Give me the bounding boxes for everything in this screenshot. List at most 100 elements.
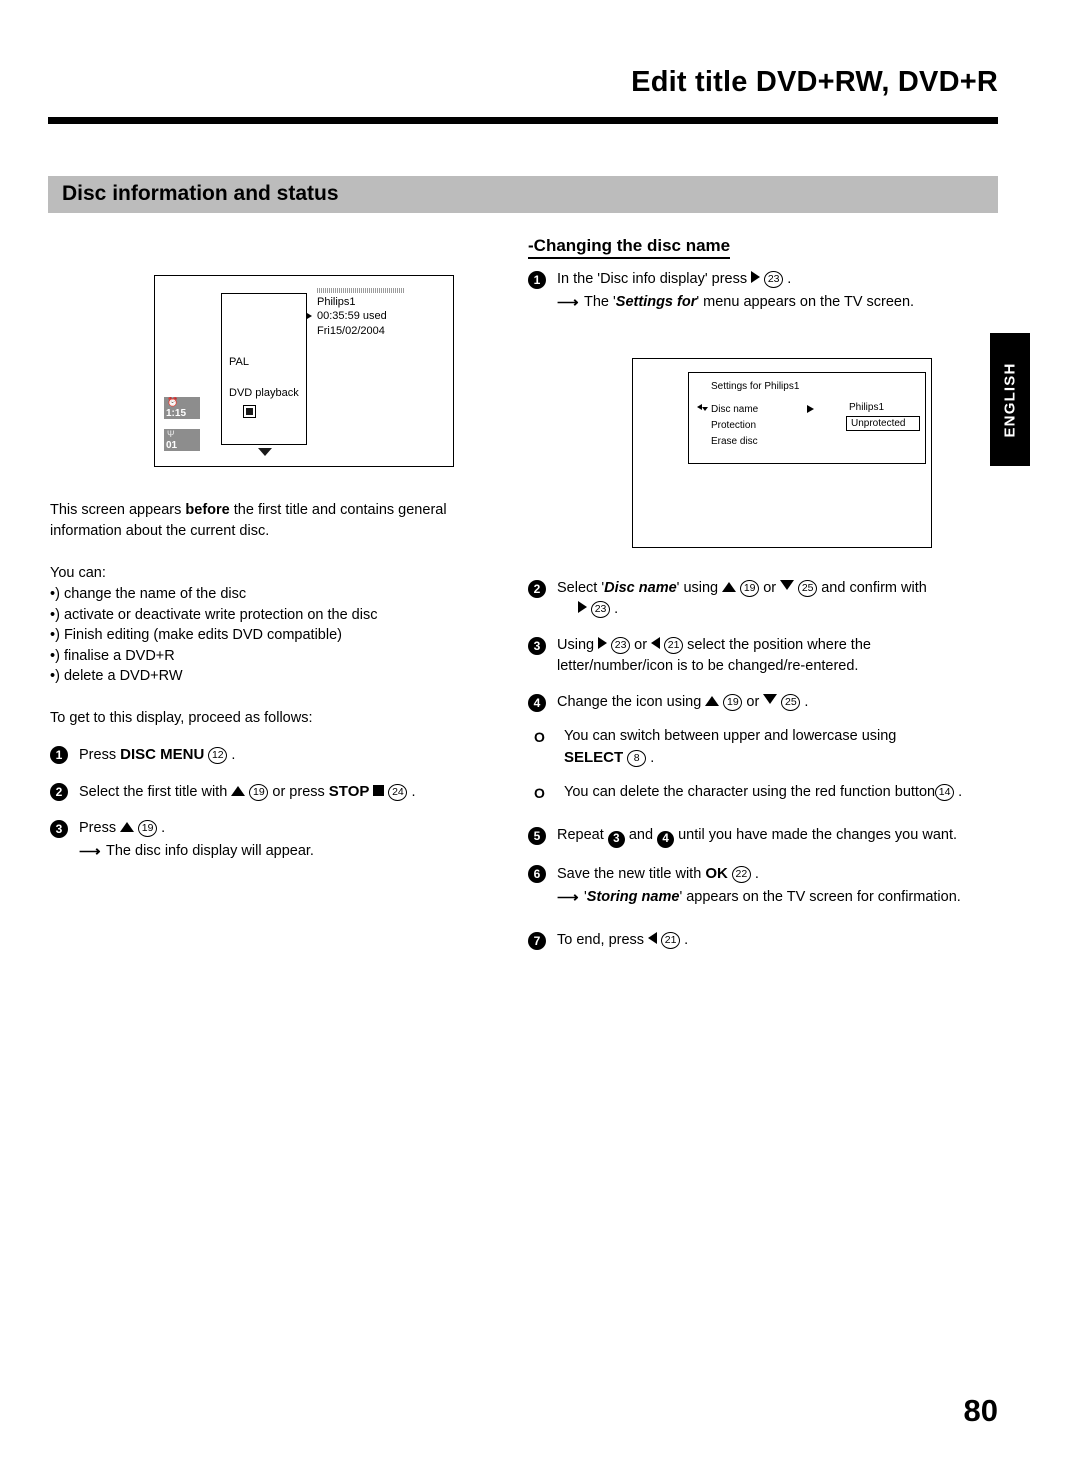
settings-screen-diagram: Settings for Philips1 Disc name Protecti… bbox=[632, 358, 932, 548]
note-item-2: O You can delete the character using the… bbox=[528, 782, 998, 803]
step-text-pre: Select ' bbox=[557, 580, 605, 596]
menu-value-protection[interactable]: Unprotected bbox=[846, 416, 921, 431]
disc-date-text: Fri15/02/2004 bbox=[317, 324, 385, 337]
right-column-steps: 2 Select 'Disc name' using 19 or 25 and … bbox=[528, 578, 998, 951]
arrow-up-icon bbox=[120, 821, 135, 832]
intro-line-2: information about the current disc. bbox=[50, 523, 270, 539]
ref-number: 19 bbox=[740, 580, 760, 597]
left-step-2: 2 Select the first title with 19 or pres… bbox=[50, 781, 490, 803]
capability-item: •) Finish editing (make edits DVD compat… bbox=[50, 627, 342, 643]
step-result: ⟶ The 'Settings for' menu appears on the… bbox=[557, 292, 998, 313]
channel-badge: Ψ 01 bbox=[164, 429, 200, 451]
step-text-pre: Save the new title with bbox=[557, 866, 702, 882]
step-text-post: . bbox=[804, 694, 809, 710]
arrow-down-icon bbox=[763, 694, 778, 704]
capability-item: •) activate or deactivate write protecti… bbox=[50, 606, 378, 623]
result-text-post: ' menu appears on the TV screen. bbox=[696, 294, 915, 310]
step-number: 2 bbox=[50, 782, 68, 801]
timer-badge-value: 1:15 bbox=[166, 408, 187, 419]
result-text: The disc info display will appear. bbox=[106, 842, 314, 859]
step-text-pre: To end, press bbox=[557, 932, 645, 948]
left-step-3: 3 Press 19 . ⟶ The disc info display wil… bbox=[50, 818, 490, 862]
step-2-continuation: 23 . bbox=[557, 599, 998, 620]
right-step-6: 6 Save the new title with OK 22 . ⟶ 'Sto… bbox=[528, 863, 998, 908]
timer-badge: ⏰ 1:15 bbox=[164, 397, 200, 419]
step-text-post: . bbox=[684, 932, 689, 948]
step-number: 5 bbox=[528, 827, 546, 845]
step-number: 3 bbox=[50, 819, 68, 838]
step-text-pre: Select the first title with bbox=[79, 783, 228, 800]
menu-item-erase-disc[interactable]: Erase disc bbox=[711, 434, 758, 450]
disc-time-used-text: 00:35:59 used bbox=[307, 309, 405, 323]
result-arrow-icon: ⟶ bbox=[557, 294, 579, 311]
arrow-up-icon bbox=[231, 785, 246, 796]
right-step-2: 2 Select 'Disc name' using 19 or 25 and … bbox=[528, 578, 998, 620]
step-text-mid: or press bbox=[272, 783, 325, 800]
howto-label: To get to this display, proceed as follo… bbox=[50, 709, 313, 726]
step-number: 7 bbox=[528, 932, 546, 950]
arrow-right-icon bbox=[751, 271, 761, 283]
page-title: Edit title DVD+RW, DVD+R bbox=[631, 66, 998, 98]
ref-number: 25 bbox=[781, 694, 801, 711]
note-text: You can switch between upper and lowerca… bbox=[564, 728, 897, 744]
arrow-right-icon bbox=[598, 637, 608, 649]
inline-step-ref-4: 4 bbox=[657, 831, 675, 848]
intro-bold-word: before bbox=[185, 502, 230, 518]
step-text-pre: Using bbox=[557, 637, 595, 653]
capability-text: Finish editing (make edits DVD compatibl… bbox=[63, 627, 342, 643]
result-arrow-icon: ⟶ bbox=[79, 842, 101, 860]
step-text-post: until you have made the changes you want… bbox=[678, 827, 957, 843]
ref-number: 22 bbox=[731, 866, 751, 883]
language-side-tab: ENGLISH bbox=[990, 333, 1030, 466]
arrow-left-icon bbox=[651, 637, 661, 649]
section-heading-band: Disc information and status bbox=[48, 176, 998, 213]
result-emphasis: Storing name bbox=[586, 889, 680, 905]
menu-right-arrow-icon bbox=[807, 405, 814, 413]
capability-item: •) delete a DVD+RW bbox=[50, 668, 183, 684]
capability-item: •) change the name of the disc bbox=[50, 586, 247, 602]
result-arrow-icon: ⟶ bbox=[557, 889, 579, 906]
ref-number: 21 bbox=[664, 637, 684, 654]
antenna-icon: Ψ bbox=[167, 429, 175, 439]
step-text-pre: Change the icon using bbox=[557, 694, 702, 710]
menu-item-disc-name[interactable]: Disc name bbox=[711, 402, 758, 418]
key-disc-menu: DISC MENU bbox=[120, 745, 205, 763]
language-label: ENGLISH bbox=[1001, 361, 1019, 438]
step-text-post: . bbox=[231, 746, 236, 763]
menu-item-protection[interactable]: Protection bbox=[711, 418, 758, 434]
key-ok: OK bbox=[705, 865, 728, 882]
disc-info-screen-diagram: Philips1 00:35:59 used Fri15/02/2004 PAL… bbox=[154, 275, 454, 467]
capability-text: finalise a DVD+R bbox=[63, 647, 175, 664]
you-can-label: You can: bbox=[50, 565, 106, 581]
step-number: 1 bbox=[528, 271, 546, 289]
ref-number: 19 bbox=[249, 783, 269, 801]
note-text: You can delete the character using the r… bbox=[564, 784, 936, 800]
ref-number: 23 bbox=[764, 271, 784, 288]
ref-number: 21 bbox=[661, 932, 681, 949]
page-header: Edit title DVD+RW, DVD+R bbox=[48, 68, 998, 97]
arrow-down-icon bbox=[780, 580, 795, 590]
step-text-post: . bbox=[161, 819, 166, 836]
arrow-left-icon bbox=[648, 932, 658, 944]
step-number: 6 bbox=[528, 865, 546, 883]
video-standard-label: PAL bbox=[229, 356, 249, 368]
section-title: Disc information and status bbox=[62, 182, 339, 205]
page-number: 80 bbox=[963, 1393, 998, 1428]
disc-name-text: Philips1 bbox=[317, 296, 356, 308]
intro-text-1: This screen appears bbox=[50, 502, 186, 518]
intro-paragraph: This screen appears before the first tit… bbox=[50, 500, 490, 542]
arrow-right-icon bbox=[578, 601, 587, 613]
step-text-post: . bbox=[411, 783, 416, 800]
arrow-up-icon bbox=[722, 582, 737, 592]
step-result: ⟶ The disc info display will appear. bbox=[79, 841, 490, 862]
header-rule bbox=[48, 117, 998, 124]
ref-number: 19 bbox=[138, 819, 158, 837]
right-step-3: 3 Using 23 or 21 select the position whe… bbox=[528, 635, 998, 677]
inline-step-ref-3: 3 bbox=[607, 831, 625, 848]
step-text-post: . bbox=[754, 866, 759, 882]
circle-bullet-icon: O bbox=[534, 785, 545, 801]
result-emphasis: Settings for bbox=[615, 294, 697, 310]
step-text-post: . bbox=[614, 601, 619, 617]
step-text-pre: Repeat bbox=[557, 827, 604, 843]
